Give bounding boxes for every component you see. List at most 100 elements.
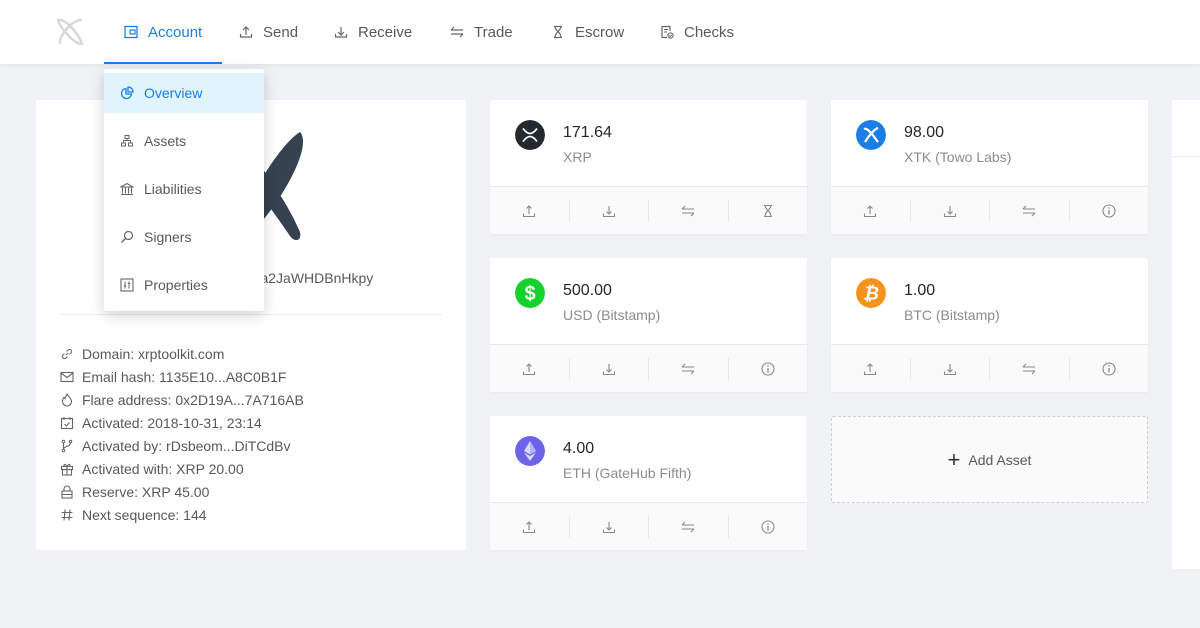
property-activated-by-text[interactable]: Activated by: rDsbeom...DiTCdBv bbox=[82, 438, 291, 454]
asset-name: ETH (GateHub Fifth) bbox=[563, 465, 692, 481]
trade-button[interactable] bbox=[990, 199, 1070, 222]
xrp-coin-icon bbox=[515, 120, 545, 150]
receive-button[interactable] bbox=[570, 357, 649, 380]
trade-button[interactable] bbox=[649, 199, 729, 222]
send-button[interactable] bbox=[490, 357, 570, 380]
menu-item-assets[interactable]: Assets bbox=[104, 117, 264, 165]
account-dropdown-menu: Overview Assets Liabilities Signers Prop… bbox=[104, 69, 264, 311]
menu-item-assets-label: Assets bbox=[144, 133, 187, 149]
nav-trade[interactable]: Trade bbox=[450, 0, 513, 64]
menu-item-properties[interactable]: Properties bbox=[104, 261, 264, 309]
xtk-coin-icon bbox=[856, 120, 886, 150]
swap-icon bbox=[681, 205, 695, 216]
mail-icon bbox=[60, 371, 74, 382]
send-button[interactable] bbox=[490, 199, 570, 222]
property-flare-address-text: Flare address: 0x2D19A...7A716AB bbox=[82, 391, 304, 408]
asset-name: XRP bbox=[563, 149, 592, 165]
asset-card-xrp: 171.64 XRP bbox=[490, 100, 807, 234]
property-activated-with: Activated with: XRP 20.00 bbox=[60, 457, 304, 480]
property-next-sequence: Next sequence: 144 bbox=[60, 503, 304, 526]
menu-item-liabilities-label: Liabilities bbox=[144, 181, 202, 197]
send-button[interactable] bbox=[831, 199, 911, 222]
property-email-hash: Email hash: 1135E10...A8C0B1F bbox=[60, 365, 304, 388]
nav-escrow-label: Escrow bbox=[575, 23, 625, 41]
receive-button[interactable] bbox=[570, 515, 649, 538]
asset-actions bbox=[831, 186, 1148, 234]
trade-button[interactable] bbox=[649, 515, 729, 538]
info-button[interactable] bbox=[729, 358, 808, 380]
menu-item-overview-label: Overview bbox=[144, 85, 203, 101]
download-icon bbox=[602, 205, 615, 217]
sliders-icon bbox=[120, 278, 134, 292]
info-icon bbox=[1102, 203, 1116, 218]
property-flare-address: Flare address: 0x2D19A...7A716AB bbox=[60, 388, 304, 411]
menu-item-liabilities[interactable]: Liabilities bbox=[104, 165, 264, 213]
info-button[interactable] bbox=[729, 516, 808, 538]
menu-item-overview[interactable]: Overview bbox=[104, 73, 264, 113]
swap-icon bbox=[1022, 363, 1036, 374]
divider bbox=[1172, 156, 1200, 157]
upload-icon bbox=[864, 362, 877, 375]
pie-chart-icon bbox=[120, 86, 134, 100]
asset-actions bbox=[831, 344, 1148, 392]
swap-icon bbox=[681, 363, 695, 374]
trade-button[interactable] bbox=[649, 357, 729, 380]
asset-amount: 171.64 bbox=[563, 124, 612, 141]
upload-icon bbox=[523, 204, 536, 217]
nav-trade-label: Trade bbox=[474, 23, 513, 41]
nav-escrow[interactable]: Escrow bbox=[551, 0, 624, 64]
svg-text:₿: ₿ bbox=[863, 284, 879, 304]
receive-button[interactable] bbox=[570, 199, 649, 222]
escrow-button[interactable] bbox=[729, 200, 808, 222]
branch-icon bbox=[61, 439, 73, 452]
info-button[interactable] bbox=[1070, 200, 1149, 222]
asset-amount: 98.00 bbox=[904, 124, 945, 141]
app-logo-icon[interactable] bbox=[52, 14, 88, 50]
receive-button[interactable] bbox=[911, 357, 990, 380]
asset-actions bbox=[490, 344, 807, 392]
info-button[interactable] bbox=[1070, 358, 1149, 380]
send-button[interactable] bbox=[490, 515, 570, 538]
receive-button[interactable] bbox=[911, 199, 990, 222]
nav-receive[interactable]: Receive bbox=[334, 0, 412, 64]
menu-item-signers[interactable]: Signers bbox=[104, 213, 264, 261]
asset-amount: 500.00 bbox=[563, 282, 612, 299]
nav-send-label: Send bbox=[263, 23, 299, 41]
asset-name: XTK (Towo Labs) bbox=[904, 149, 1012, 165]
swap-icon bbox=[681, 521, 695, 532]
nav-account-label: Account bbox=[148, 23, 203, 41]
hierarchy-icon bbox=[121, 135, 133, 147]
number-icon bbox=[61, 508, 73, 521]
download-icon bbox=[602, 363, 615, 375]
bank-icon bbox=[120, 182, 134, 196]
download-icon bbox=[334, 27, 348, 38]
divider bbox=[60, 314, 442, 315]
add-asset-label: Add Asset bbox=[968, 451, 1032, 468]
right-side-panel bbox=[1172, 100, 1200, 569]
fire-icon bbox=[61, 392, 73, 407]
swap-icon bbox=[1022, 205, 1036, 216]
hourglass-icon bbox=[554, 25, 562, 39]
account-properties-list: Domain: xrptoolkit.com Email hash: 1135E… bbox=[60, 342, 304, 526]
download-icon bbox=[943, 205, 956, 217]
asset-actions bbox=[490, 502, 807, 550]
calendar-check-icon bbox=[60, 416, 74, 429]
plus-icon: + bbox=[947, 446, 961, 472]
nav-receive-label: Receive bbox=[358, 23, 413, 41]
nav-checks[interactable]: Checks bbox=[660, 0, 734, 64]
send-button[interactable] bbox=[831, 357, 911, 380]
download-icon bbox=[602, 521, 615, 533]
info-icon bbox=[761, 519, 775, 534]
usd-coin-icon: $ bbox=[515, 278, 545, 308]
add-asset-button[interactable]: + Add Asset bbox=[831, 416, 1148, 503]
asset-actions bbox=[490, 186, 807, 234]
asset-card-usd: $ 500.00 USD (Bitstamp) bbox=[490, 258, 807, 392]
nav-account[interactable]: Account bbox=[103, 0, 223, 64]
property-reserve-text: Reserve: XRP 45.00 bbox=[82, 483, 210, 500]
nav-send[interactable]: Send bbox=[239, 0, 298, 64]
trade-button[interactable] bbox=[990, 357, 1070, 380]
property-activated-with-text: Activated with: XRP 20.00 bbox=[82, 460, 244, 477]
upload-icon bbox=[864, 204, 877, 217]
property-activated-by: Activated by: rDsbeom...DiTCdBv bbox=[60, 434, 304, 457]
link-icon bbox=[61, 348, 73, 359]
